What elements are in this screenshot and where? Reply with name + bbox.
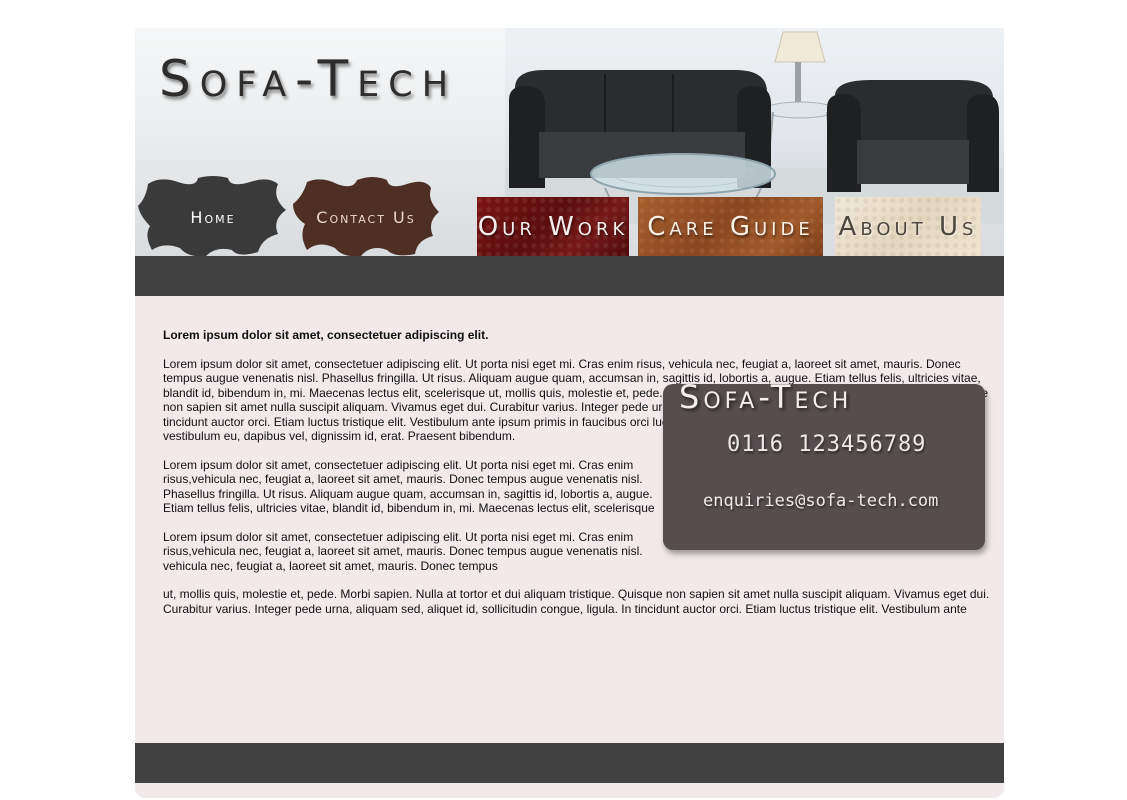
footer-bar (135, 743, 1004, 783)
contact-card: Sofa-Tech 0116 123456789 enquiries@sofa-… (663, 377, 985, 550)
nav-home-button[interactable]: Home (138, 176, 288, 258)
contact-email[interactable]: enquiries@sofa-tech.com (703, 492, 938, 508)
nav-home-label: Home (190, 207, 236, 227)
header-divider-bar (135, 256, 1004, 296)
main-content: Lorem ipsum dolor sit amet, consectetuer… (163, 328, 993, 630)
intro-heading: Lorem ipsum dolor sit amet, consectetuer… (163, 328, 489, 342)
contact-card-title: Sofa-Tech (679, 377, 853, 416)
site-logo[interactable]: Sofa-Tech (159, 50, 457, 108)
nav-contact-button[interactable]: Contact Us (291, 176, 441, 258)
paragraph-4: ut, mollis quis, molestie et, pede. Morb… (163, 587, 990, 616)
tab-our-work[interactable]: Our Work (477, 197, 629, 256)
tab-about-us[interactable]: About Us (835, 197, 981, 256)
tab-our-work-label: Our Work (477, 211, 629, 242)
page: Sofa-Tech Home Contact Us Our Work Care … (135, 28, 1004, 798)
nav-contact-label: Contact Us (316, 207, 416, 227)
hero-sofa-photo (505, 28, 1004, 224)
header: Sofa-Tech Home Contact Us Our Work Care … (135, 28, 1004, 258)
tab-care-guide-label: Care Guide (647, 211, 814, 242)
contact-phone[interactable]: 0116 123456789 (727, 433, 926, 454)
tab-care-guide[interactable]: Care Guide (638, 197, 823, 256)
tab-about-us-label: About Us (838, 211, 978, 242)
